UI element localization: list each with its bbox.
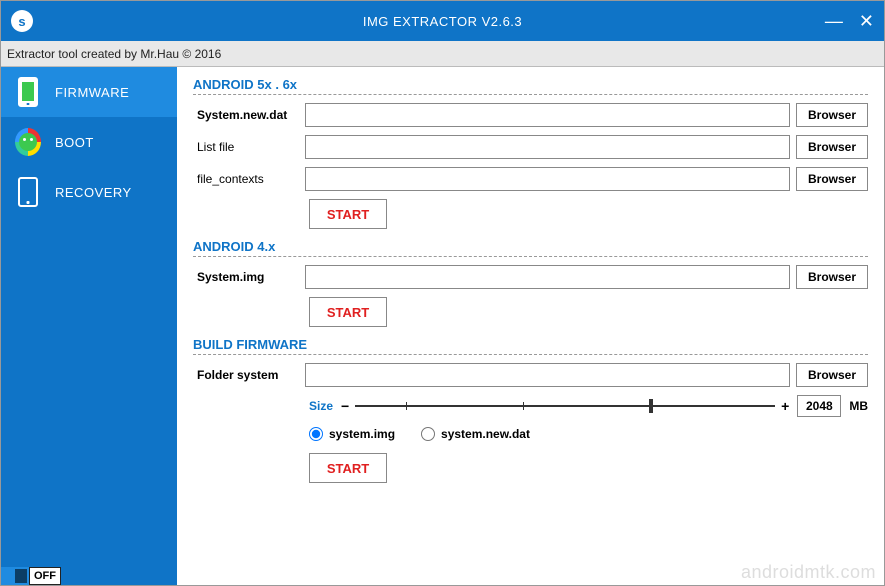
row-system-img: System.img Browser: [193, 265, 868, 289]
row-folder-system: Folder system Browser: [193, 363, 868, 387]
watermark: androidmtk.com: [741, 562, 876, 583]
radio-label: system.new.dat: [441, 427, 530, 441]
close-icon[interactable]: ✕: [859, 12, 874, 30]
main-area: FIRMWARE BOOT RECOVERY ANDROID 5x . 6x S…: [1, 67, 884, 585]
toggle-switch-icon[interactable]: [1, 567, 29, 585]
field-label: Folder system: [193, 368, 305, 382]
content-panel: ANDROID 5x . 6x System.new.dat Browser L…: [177, 67, 884, 585]
sub-header: Extractor tool created by Mr.Hau © 2016: [1, 41, 884, 67]
toggle-label: OFF: [29, 567, 61, 585]
radio-system-img[interactable]: system.img: [309, 427, 395, 441]
phone-recovery-icon: [15, 176, 41, 208]
radio-input[interactable]: [421, 427, 435, 441]
sidebar-item-firmware[interactable]: FIRMWARE: [1, 67, 177, 117]
android-boot-icon: [15, 126, 41, 158]
size-unit: MB: [849, 399, 868, 413]
field-label: List file: [193, 140, 305, 154]
divider: [193, 256, 868, 257]
slider-track[interactable]: [355, 405, 775, 407]
size-label: Size: [309, 399, 333, 413]
divider: [193, 94, 868, 95]
section-title-android56: ANDROID 5x . 6x: [193, 77, 868, 92]
system-new-dat-input[interactable]: [305, 103, 790, 127]
start-button-android56[interactable]: START: [309, 199, 387, 229]
system-img-input[interactable]: [305, 265, 790, 289]
start-button-android4[interactable]: START: [309, 297, 387, 327]
minimize-icon[interactable]: ―: [825, 12, 843, 30]
title-bar: s IMG EXTRACTOR V2.6.3 ― ✕: [1, 1, 884, 41]
status-toggle[interactable]: OFF: [1, 567, 61, 585]
radio-label: system.img: [329, 427, 395, 441]
field-label: System.new.dat: [193, 108, 305, 122]
field-label: System.img: [193, 270, 305, 284]
browser-button[interactable]: Browser: [796, 135, 868, 159]
size-value-input[interactable]: [797, 395, 841, 417]
slider-thumb[interactable]: [649, 399, 653, 413]
section-title-build: BUILD FIRMWARE: [193, 337, 868, 352]
phone-firmware-icon: [15, 76, 41, 108]
sidebar-item-label: FIRMWARE: [55, 85, 129, 100]
window-controls: ― ✕: [825, 12, 874, 30]
browser-button[interactable]: Browser: [796, 167, 868, 191]
app-logo-icon: s: [11, 10, 33, 32]
field-label: file_contexts: [193, 172, 305, 186]
window-title: IMG EXTRACTOR V2.6.3: [363, 14, 522, 29]
size-row: Size − + MB: [309, 395, 868, 417]
browser-button[interactable]: Browser: [796, 363, 868, 387]
sidebar-item-label: BOOT: [55, 135, 94, 150]
output-format-radios: system.img system.new.dat: [309, 427, 868, 441]
row-list-file: List file Browser: [193, 135, 868, 159]
browser-button[interactable]: Browser: [796, 103, 868, 127]
size-slider[interactable]: − +: [341, 396, 789, 416]
folder-system-input[interactable]: [305, 363, 790, 387]
plus-icon[interactable]: +: [781, 398, 789, 414]
sidebar-item-recovery[interactable]: RECOVERY: [1, 167, 177, 217]
radio-input[interactable]: [309, 427, 323, 441]
list-file-input[interactable]: [305, 135, 790, 159]
sidebar-item-label: RECOVERY: [55, 185, 132, 200]
file-contexts-input[interactable]: [305, 167, 790, 191]
divider: [193, 354, 868, 355]
section-title-android4: ANDROID 4.x: [193, 239, 868, 254]
sidebar: FIRMWARE BOOT RECOVERY: [1, 67, 177, 585]
browser-button[interactable]: Browser: [796, 265, 868, 289]
start-button-build[interactable]: START: [309, 453, 387, 483]
sidebar-item-boot[interactable]: BOOT: [1, 117, 177, 167]
row-system-new-dat: System.new.dat Browser: [193, 103, 868, 127]
radio-system-new-dat[interactable]: system.new.dat: [421, 427, 530, 441]
row-file-contexts: file_contexts Browser: [193, 167, 868, 191]
minus-icon[interactable]: −: [341, 398, 349, 414]
